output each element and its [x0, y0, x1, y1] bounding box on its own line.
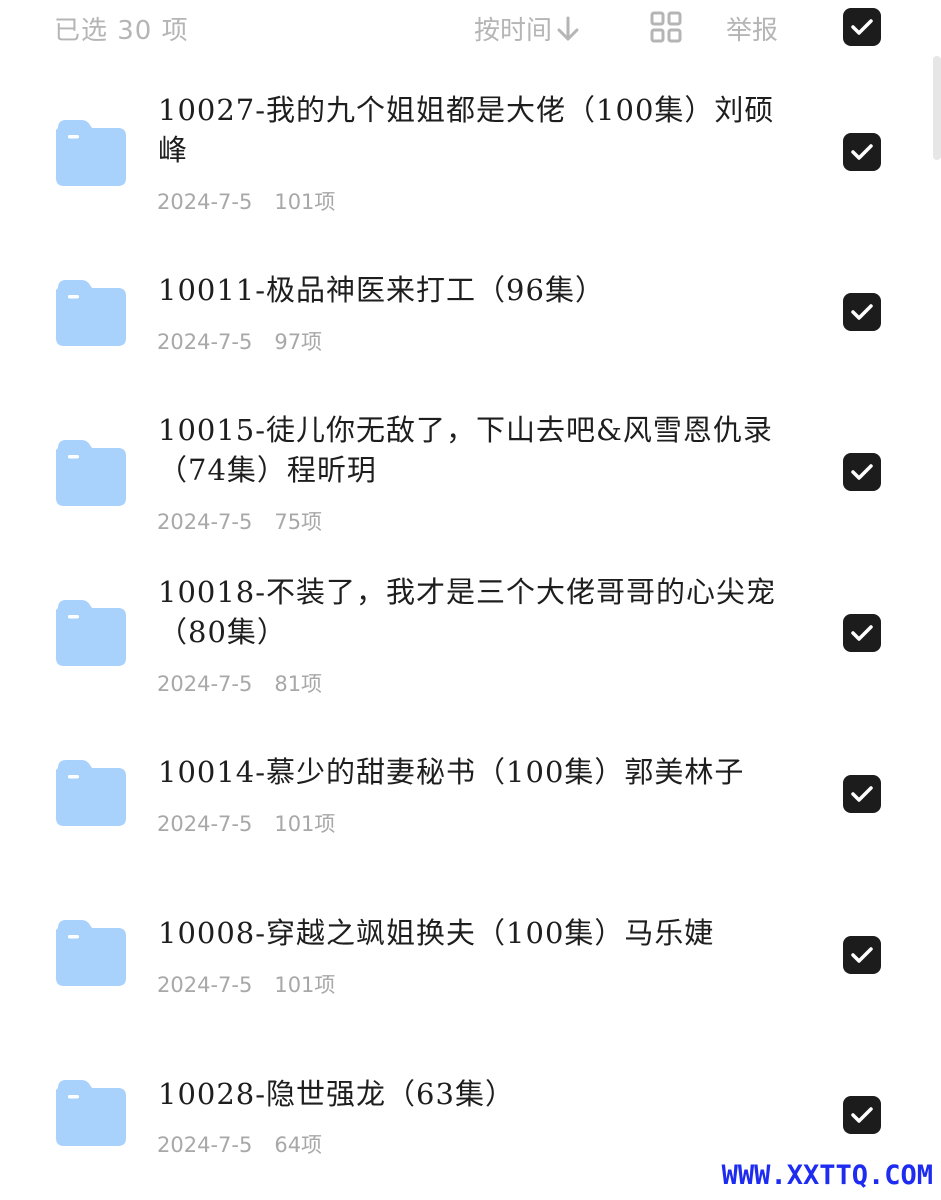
- folder-checkbox[interactable]: [843, 936, 881, 974]
- folder-icon: [56, 600, 126, 666]
- folder-list-item[interactable]: 10015-徒儿你无敌了，下山去吧&风雪恩仇录（74集）程昕玥 2024-7-5…: [0, 400, 930, 560]
- folder-title: 10018-不装了，我才是三个大佬哥哥的心尖宠（80集）: [158, 575, 777, 649]
- folder-title: 10014-慕少的甜妻秘书（100集）郭美林子: [158, 755, 745, 789]
- folder-icon: [56, 920, 126, 986]
- folder-title: 10008-穿越之飒姐换夫（100集）马乐婕: [158, 916, 715, 950]
- folder-meta: 2024-7-5 81项: [157, 668, 322, 698]
- folder-date: 2024-7-5: [157, 190, 253, 214]
- folder-meta: 2024-7-5 101项: [157, 186, 335, 216]
- folder-checkbox[interactable]: [843, 1096, 881, 1134]
- folder-title: 10011-极品神医来打工（96集）: [158, 273, 605, 307]
- folder-item-count: 101项: [274, 190, 336, 214]
- folder-title: 10015-徒儿你无敌了，下山去吧&风雪恩仇录（74集）程昕玥: [158, 413, 773, 487]
- folder-list-item[interactable]: 10018-不装了，我才是三个大佬哥哥的心尖宠（80集） 2024-7-5 81项: [0, 560, 930, 720]
- folder-list-item[interactable]: 10027-我的九个姐姐都是大佬（100集）刘硕峰 2024-7-5 101项: [0, 80, 930, 240]
- folder-checkbox[interactable]: [843, 133, 881, 171]
- folder-item-count: 75项: [274, 510, 323, 534]
- folder-item-count: 101项: [274, 973, 336, 997]
- folder-icon: [56, 1080, 126, 1146]
- scrollbar-thumb[interactable]: [933, 56, 941, 160]
- folder-title: 10028-隐世强龙（63集）: [158, 1077, 515, 1111]
- checkmark-icon: [851, 786, 873, 802]
- checkmark-icon: [851, 304, 873, 320]
- folder-list: 10027-我的九个姐姐都是大佬（100集）刘硕峰 2024-7-5 101项 1…: [0, 0, 941, 1200]
- folder-date: 2024-7-5: [157, 672, 253, 696]
- checkmark-icon: [851, 144, 873, 160]
- checkmark-icon: [851, 947, 873, 963]
- folder-checkbox[interactable]: [843, 453, 881, 491]
- folder-title: 10027-我的九个姐姐都是大佬（100集）刘硕峰: [158, 93, 775, 167]
- folder-item-count: 64项: [274, 1133, 323, 1157]
- folder-meta: 2024-7-5 101项: [157, 969, 335, 999]
- folder-item-count: 101项: [274, 812, 336, 836]
- checkmark-icon: [851, 1107, 873, 1123]
- folder-list-item[interactable]: 10008-穿越之飒姐换夫（100集）马乐婕 2024-7-5 101项: [0, 880, 930, 1040]
- folder-date: 2024-7-5: [157, 330, 253, 354]
- folder-meta: 2024-7-5 75项: [157, 506, 322, 536]
- folder-icon: [56, 120, 126, 186]
- watermark: WWW.XXTTQ.COM: [721, 1160, 933, 1191]
- folder-meta: 2024-7-5 64项: [157, 1129, 322, 1159]
- folder-date: 2024-7-5: [157, 973, 253, 997]
- checkmark-icon: [851, 464, 873, 480]
- folder-icon: [56, 440, 126, 506]
- folder-date: 2024-7-5: [157, 1133, 253, 1157]
- folder-checkbox[interactable]: [843, 293, 881, 331]
- folder-date: 2024-7-5: [157, 812, 253, 836]
- folder-list-item[interactable]: 10014-慕少的甜妻秘书（100集）郭美林子 2024-7-5 101项: [0, 720, 930, 880]
- folder-item-count: 81项: [274, 672, 323, 696]
- folder-icon: [56, 760, 126, 826]
- folder-meta: 2024-7-5 97项: [157, 326, 322, 356]
- folder-checkbox[interactable]: [843, 775, 881, 813]
- folder-meta: 2024-7-5 101项: [157, 808, 335, 838]
- folder-list-item[interactable]: 10011-极品神医来打工（96集） 2024-7-5 97项: [0, 240, 930, 400]
- checkmark-icon: [851, 625, 873, 641]
- folder-date: 2024-7-5: [157, 510, 253, 534]
- folder-icon: [56, 280, 126, 346]
- folder-item-count: 97项: [274, 330, 323, 354]
- folder-checkbox[interactable]: [843, 614, 881, 652]
